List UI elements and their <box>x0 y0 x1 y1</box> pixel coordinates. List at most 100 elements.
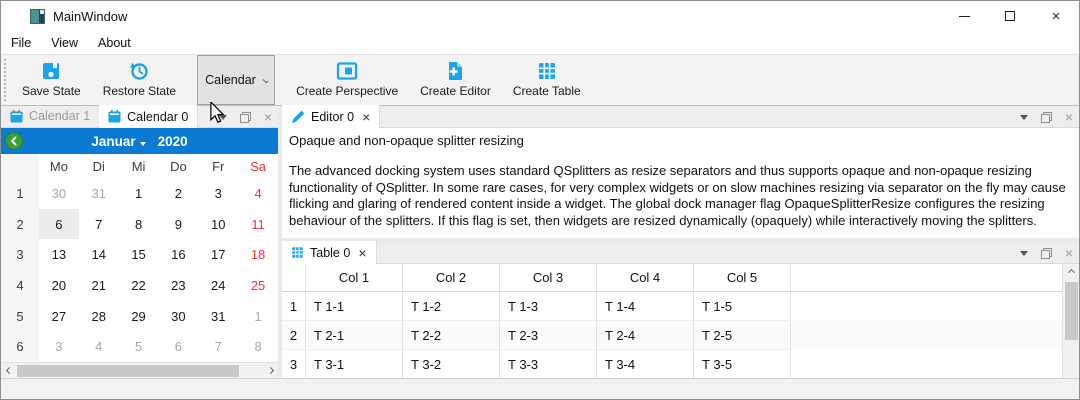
tab-table-0[interactable]: Table 0 × <box>282 241 377 264</box>
calendar-day[interactable]: 28 <box>79 301 119 332</box>
calendar-day[interactable]: 21 <box>79 270 119 301</box>
previous-month-button[interactable] <box>5 132 23 150</box>
table-cell[interactable]: T 1-5 <box>694 292 791 321</box>
toolbar-drag-handle[interactable] <box>4 59 9 101</box>
calendar-day[interactable]: 30 <box>158 301 198 332</box>
tab-calendar-0[interactable]: Calendar 0 <box>99 105 198 128</box>
calendar-day[interactable]: 25 <box>238 270 278 301</box>
calendar-day[interactable]: 6 <box>39 209 79 240</box>
scroll-up-icon[interactable] <box>1063 264 1079 280</box>
table-cell[interactable]: T 3-1 <box>306 350 403 378</box>
row-header[interactable]: 2 <box>282 321 306 350</box>
calendar-day[interactable]: 11 <box>238 209 278 240</box>
month-label[interactable]: Januar <box>91 134 135 149</box>
calendar-day[interactable]: 4 <box>79 331 119 362</box>
table-cell[interactable]: T 3-4 <box>597 350 694 378</box>
float-window-icon[interactable] <box>1041 112 1052 123</box>
close-button[interactable]: × <box>1033 1 1079 31</box>
column-header[interactable]: Col 5 <box>694 264 791 291</box>
calendar-day[interactable]: 7 <box>198 331 238 362</box>
scroll-left-icon[interactable] <box>1 363 17 378</box>
calendar-day[interactable]: 23 <box>158 270 198 301</box>
table-cell[interactable]: T 3-3 <box>500 350 597 378</box>
dock-close-icon[interactable]: × <box>264 110 272 124</box>
calendar-day[interactable]: 29 <box>119 301 159 332</box>
year-label[interactable]: 2020 <box>158 134 188 149</box>
calendar-day[interactable]: 17 <box>198 239 238 270</box>
calendar-day[interactable]: 30 <box>39 178 79 209</box>
calendar-day[interactable]: 2 <box>158 178 198 209</box>
table-cell[interactable]: T 2-5 <box>694 321 791 350</box>
create-table-button[interactable]: Create Table <box>502 55 592 105</box>
dock-menu-icon[interactable] <box>1020 115 1028 120</box>
column-header[interactable]: Col 4 <box>597 264 694 291</box>
calendar-day[interactable]: 13 <box>39 239 79 270</box>
calendar-day[interactable]: 8 <box>119 209 159 240</box>
float-window-icon[interactable] <box>240 112 251 123</box>
column-header[interactable]: Col 1 <box>306 264 403 291</box>
calendar-day[interactable]: 8 <box>238 331 278 362</box>
dock-menu-icon[interactable] <box>1020 251 1028 256</box>
create-editor-button[interactable]: Create Editor <box>409 55 502 105</box>
menu-about[interactable]: About <box>88 31 141 54</box>
menu-file[interactable]: File <box>9 31 41 54</box>
dock-close-icon[interactable]: × <box>1065 246 1073 260</box>
calendar-day[interactable]: 22 <box>119 270 159 301</box>
calendar-day[interactable]: 10 <box>198 209 238 240</box>
dock-close-icon[interactable]: × <box>1065 110 1073 124</box>
calendar-icon <box>10 110 23 123</box>
calendar-day[interactable]: 20 <box>39 270 79 301</box>
calendar-day[interactable]: 14 <box>79 239 119 270</box>
scroll-right-icon[interactable] <box>262 363 278 378</box>
table-cell[interactable]: T 2-1 <box>306 321 403 350</box>
table-cell[interactable]: T 2-2 <box>403 321 500 350</box>
table-cell[interactable]: T 1-4 <box>597 292 694 321</box>
column-header[interactable]: Col 2 <box>403 264 500 291</box>
float-window-icon[interactable] <box>1041 248 1052 259</box>
tab-editor-0[interactable]: Editor 0 × <box>282 105 380 128</box>
calendar-day[interactable]: 31 <box>79 178 119 209</box>
table-cell[interactable]: T 3-5 <box>694 350 791 378</box>
calendar-day[interactable]: 16 <box>158 239 198 270</box>
table-cell[interactable]: T 1-1 <box>306 292 403 321</box>
perspective-combobox[interactable]: Calendar <box>197 55 275 105</box>
minimize-button[interactable] <box>941 1 987 31</box>
scrollbar-thumb[interactable] <box>1065 282 1078 340</box>
table-cell[interactable]: T 1-2 <box>403 292 500 321</box>
tab-calendar-1[interactable]: Calendar 1 <box>1 105 99 127</box>
calendar-day[interactable]: 24 <box>198 270 238 301</box>
calendar-day[interactable]: 7 <box>79 209 119 240</box>
table-cell[interactable]: T 2-4 <box>597 321 694 350</box>
restore-state-button[interactable]: Restore State <box>92 55 187 105</box>
calendar-day[interactable]: 1 <box>119 178 159 209</box>
menu-view[interactable]: View <box>41 31 88 54</box>
tab-close-icon[interactable]: × <box>362 110 370 124</box>
calendar-day[interactable]: 27 <box>39 301 79 332</box>
calendar-day[interactable]: 18 <box>238 239 278 270</box>
table-cell[interactable]: T 1-3 <box>500 292 597 321</box>
row-header[interactable]: 3 <box>282 350 306 378</box>
calendar-month-year[interactable]: Januar 2020 <box>23 134 256 149</box>
table-cell[interactable]: T 3-2 <box>403 350 500 378</box>
scrollbar-thumb[interactable] <box>17 365 239 377</box>
table-vertical-scrollbar[interactable] <box>1062 264 1079 378</box>
maximize-button[interactable] <box>987 1 1033 31</box>
calendar-day[interactable]: 4 <box>238 178 278 209</box>
calendar-day[interactable]: 1 <box>238 301 278 332</box>
calendar-day[interactable]: 3 <box>198 178 238 209</box>
save-state-button[interactable]: Save State <box>11 55 92 105</box>
calendar-week-row: 6345678 <box>1 331 278 362</box>
calendar-day[interactable]: 3 <box>39 331 79 362</box>
table-cell[interactable]: T 2-3 <box>500 321 597 350</box>
calendar-day[interactable]: 15 <box>119 239 159 270</box>
calendar-horizontal-scrollbar[interactable] <box>1 362 278 378</box>
calendar-day[interactable]: 6 <box>158 331 198 362</box>
calendar-day[interactable]: 5 <box>119 331 159 362</box>
calendar-day[interactable]: 9 <box>158 209 198 240</box>
column-header[interactable]: Col 3 <box>500 264 597 291</box>
row-header[interactable]: 1 <box>282 292 306 321</box>
create-perspective-button[interactable]: Create Perspective <box>285 55 409 105</box>
tab-close-icon[interactable]: × <box>358 246 366 260</box>
calendar-day[interactable]: 31 <box>198 301 238 332</box>
editor-content[interactable]: Opaque and non-opaque splitter resizing … <box>282 128 1079 238</box>
